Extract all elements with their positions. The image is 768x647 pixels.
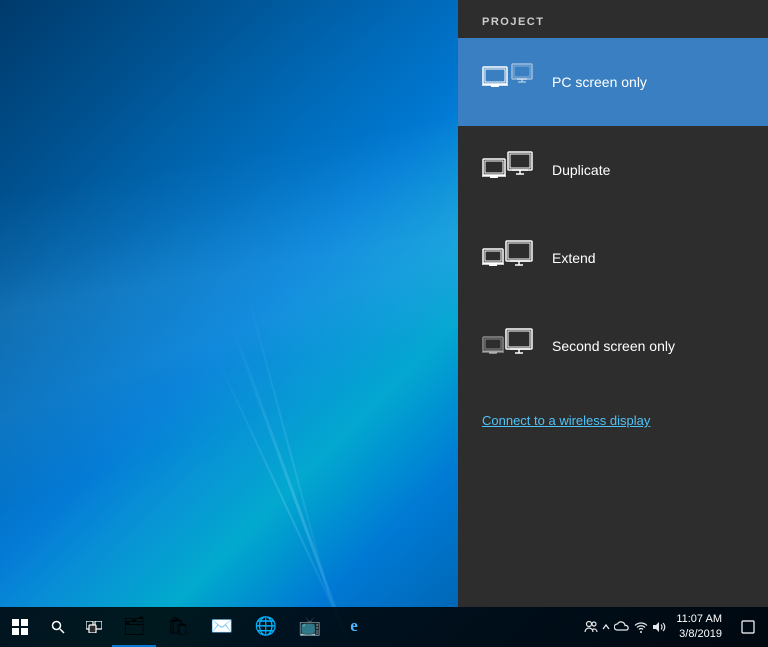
- project-item-pc-screen-only[interactable]: PC screen only: [458, 38, 768, 126]
- duplicate-icon: [482, 151, 534, 189]
- wifi-icon[interactable]: [634, 621, 648, 633]
- task-view-button[interactable]: [76, 607, 112, 647]
- show-hidden-icons-button[interactable]: [602, 623, 610, 631]
- volume-icon[interactable]: [652, 621, 666, 633]
- second-screen-only-icon: [482, 327, 534, 365]
- extend-icon: [482, 239, 534, 277]
- people-icon[interactable]: [584, 620, 598, 634]
- clock[interactable]: 11:07 AM 3/8/2019: [670, 612, 728, 643]
- taskbar-app-store[interactable]: 🛍: [156, 607, 200, 647]
- pc-screen-only-label: PC screen only: [552, 74, 647, 90]
- taskbar-app-chrome[interactable]: 🌐: [244, 607, 288, 647]
- taskbar-app-media[interactable]: 📺: [288, 607, 332, 647]
- start-button[interactable]: [0, 607, 40, 647]
- notification-center-button[interactable]: [732, 607, 764, 647]
- desktop: PROJECT PC screen only: [0, 0, 768, 647]
- project-item-second-screen-only[interactable]: Second screen only: [458, 302, 768, 390]
- project-panel-title: PROJECT: [458, 0, 768, 38]
- taskbar: 🗂 🛍 ✉️ 🌐 📺 e: [0, 607, 768, 647]
- duplicate-label: Duplicate: [552, 162, 610, 178]
- project-item-extend[interactable]: Extend: [458, 214, 768, 302]
- extend-label: Extend: [552, 250, 596, 266]
- clock-time: 11:07 AM: [676, 612, 722, 627]
- second-screen-only-label: Second screen only: [552, 338, 675, 354]
- project-item-duplicate[interactable]: Duplicate: [458, 126, 768, 214]
- onedrive-icon[interactable]: [614, 621, 630, 633]
- taskbar-app-edge[interactable]: e: [332, 607, 376, 647]
- project-panel: PROJECT PC screen only: [458, 0, 768, 607]
- system-tray: 11:07 AM 3/8/2019: [584, 607, 768, 647]
- taskbar-app-mail[interactable]: ✉️: [200, 607, 244, 647]
- connect-wireless-link[interactable]: Connect to a wireless display: [458, 398, 768, 444]
- search-button[interactable]: [40, 607, 76, 647]
- connect-wireless-anchor[interactable]: Connect to a wireless display: [482, 413, 650, 428]
- pc-screen-only-icon: [482, 63, 534, 101]
- clock-date: 3/8/2019: [676, 627, 722, 642]
- taskbar-app-explorer[interactable]: 🗂: [112, 607, 156, 647]
